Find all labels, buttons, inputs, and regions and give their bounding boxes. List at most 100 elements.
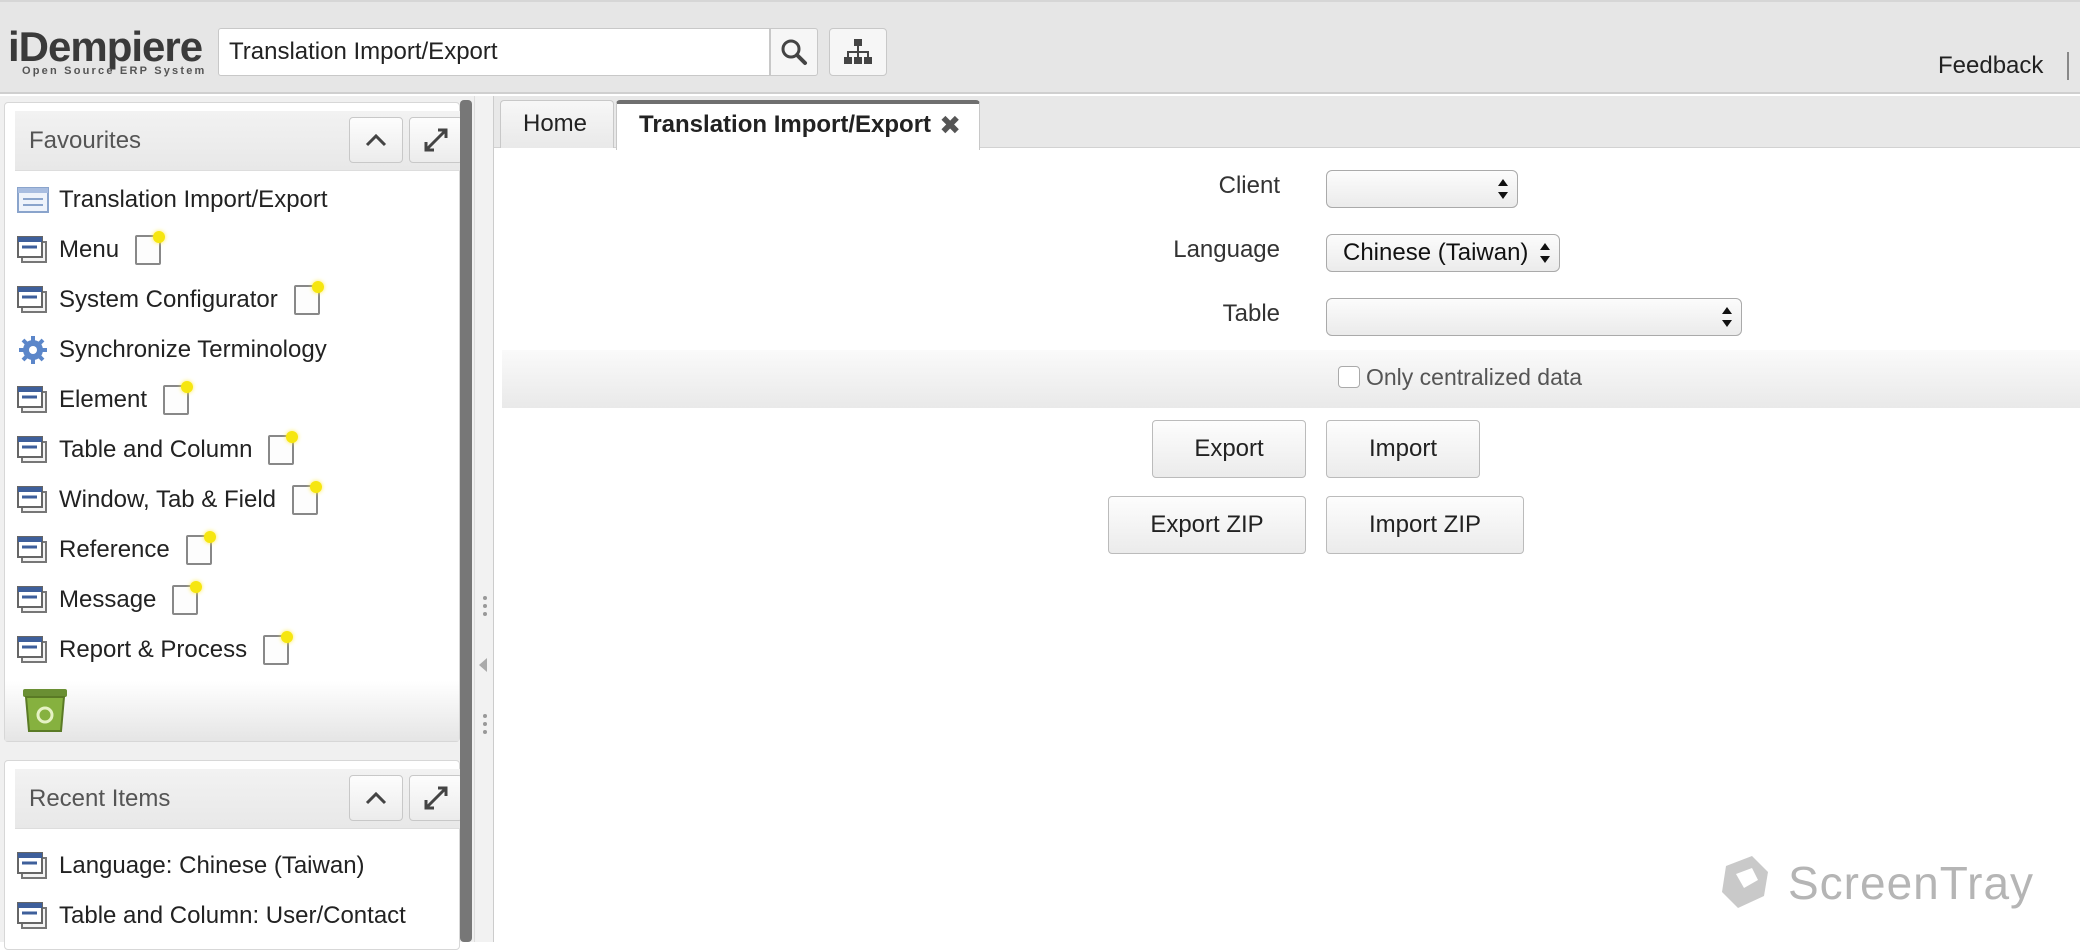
panel-splitter[interactable] xyxy=(474,96,494,942)
item-label: Element xyxy=(59,386,148,413)
collapse-button[interactable] xyxy=(349,117,403,163)
table-select[interactable] xyxy=(1326,298,1742,336)
window-icon xyxy=(17,286,47,313)
language-select[interactable]: Chinese (Taiwan) xyxy=(1326,234,1560,272)
expand-icon xyxy=(424,128,448,152)
sitemap-icon xyxy=(844,39,872,64)
chevron-up-icon xyxy=(365,791,387,805)
logo-tagline: Open Source ERP System xyxy=(22,65,207,77)
maximize-button[interactable] xyxy=(409,775,463,821)
sticky-note-icon[interactable] xyxy=(172,581,203,615)
import-zip-button[interactable]: Import ZIP xyxy=(1326,496,1524,554)
feedback-link[interactable]: Feedback xyxy=(1938,52,2043,80)
favourite-item[interactable]: Reference xyxy=(5,525,445,575)
client-select[interactable] xyxy=(1326,170,1518,208)
favourite-item[interactable]: Report & Process xyxy=(5,625,445,675)
favourites-list: Translation Import/Export Menu System Conf… xyxy=(5,175,445,675)
close-icon[interactable]: ✖ xyxy=(939,104,961,146)
favourite-item[interactable]: Window, Tab & Field xyxy=(5,475,445,525)
collapse-button[interactable] xyxy=(349,775,403,821)
select-arrows-icon xyxy=(1498,179,1508,199)
sticky-note-icon[interactable] xyxy=(163,381,194,415)
export-zip-button[interactable]: Export ZIP xyxy=(1108,496,1306,554)
menu-tree-button[interactable] xyxy=(829,28,887,76)
collapse-west-arrow-icon[interactable] xyxy=(479,658,487,672)
favourite-item[interactable]: Table and Column xyxy=(5,425,445,475)
recycle-bin-icon xyxy=(23,689,67,732)
only-centralized-label[interactable]: Only centralized data xyxy=(1366,364,1582,391)
window-icon xyxy=(17,852,47,879)
import-button[interactable]: Import xyxy=(1326,420,1480,478)
search-icon xyxy=(781,39,807,65)
only-centralized-checkbox[interactable] xyxy=(1338,366,1360,388)
item-label: Language: Chinese (Taiwan) xyxy=(59,852,365,879)
favourites-header: Favourites xyxy=(15,111,463,171)
watermark-text: ScreenTray xyxy=(1788,857,2035,909)
favourite-item[interactable]: Menu xyxy=(5,225,445,275)
idempiere-logo[interactable]: iDempiere Open Source ERP System xyxy=(8,23,210,77)
recent-items-header: Recent Items xyxy=(15,769,463,829)
item-label: Synchronize Terminology xyxy=(59,336,327,363)
search-button[interactable] xyxy=(770,28,818,76)
menu-search-input[interactable]: Translation Import/Export xyxy=(218,28,770,76)
favourite-item[interactable]: System Configurator xyxy=(5,275,445,325)
tab-translation-import-export[interactable]: Translation Import/Export ✖ xyxy=(616,100,980,150)
grip-dot xyxy=(483,722,487,726)
screentray-watermark: ScreenTray xyxy=(1716,852,2036,916)
favourites-panel: Favourites Translation Import/Export Menu… xyxy=(4,102,463,742)
logo-text: iDempiere xyxy=(8,23,203,70)
language-label: Language xyxy=(1173,236,1280,263)
window-icon xyxy=(17,536,47,563)
favourite-item[interactable]: Translation Import/Export xyxy=(5,175,445,225)
recent-items-panel: Recent Items Language: Chinese (Taiwan) T… xyxy=(4,760,463,950)
form-icon xyxy=(17,187,49,213)
header-bar: iDempiere Open Source ERP System Transla… xyxy=(0,0,2080,94)
favourite-item[interactable]: Message xyxy=(5,575,445,625)
item-label: Window, Tab & Field xyxy=(59,486,276,513)
grip-dot xyxy=(483,596,487,600)
window-icon xyxy=(17,236,47,263)
checkbox-row: Only centralized data xyxy=(502,350,2080,408)
recent-item[interactable]: Language: Chinese (Taiwan) xyxy=(5,841,445,891)
maximize-button[interactable] xyxy=(409,117,463,163)
header-separator xyxy=(2067,52,2069,80)
favourites-title: Favourites xyxy=(29,127,142,154)
sticky-note-icon[interactable] xyxy=(135,231,166,265)
item-label: Message xyxy=(59,586,157,613)
gear-icon xyxy=(19,336,47,364)
recent-item[interactable]: Table and Column: User/Contact xyxy=(5,891,445,941)
sticky-note-icon[interactable] xyxy=(292,481,322,515)
tab-label: Translation Import/Export xyxy=(639,111,932,138)
item-label: Translation Import/Export xyxy=(59,186,328,213)
select-arrows-icon xyxy=(1722,307,1732,327)
item-label: Report & Process xyxy=(59,636,248,663)
window-icon xyxy=(17,636,47,663)
grip-dot xyxy=(483,612,487,616)
table-label: Table xyxy=(1222,300,1280,327)
center-panel: Home Translation Import/Export ✖ Client … xyxy=(494,96,2080,942)
sticky-note-icon[interactable] xyxy=(293,281,324,315)
grip-dot xyxy=(483,714,487,718)
favourite-item[interactable]: Synchronize Terminology xyxy=(5,325,445,375)
west-panel: Favourites Translation Import/Export Menu… xyxy=(0,96,474,950)
sticky-note-icon[interactable] xyxy=(185,531,216,565)
west-scrollbar[interactable] xyxy=(460,100,472,942)
item-label: Reference xyxy=(59,536,170,563)
language-value: Chinese (Taiwan) xyxy=(1343,239,1529,266)
favourite-item[interactable]: Element xyxy=(5,375,445,425)
expand-icon xyxy=(424,786,448,810)
tab-bar: Home Translation Import/Export ✖ xyxy=(494,96,2080,150)
item-label: System Configurator xyxy=(59,286,278,313)
sticky-note-icon[interactable] xyxy=(268,431,299,465)
window-icon xyxy=(17,586,47,613)
sticky-note-icon[interactable] xyxy=(263,631,294,665)
window-icon xyxy=(17,902,47,929)
window-icon xyxy=(17,386,47,413)
select-arrows-icon xyxy=(1540,243,1550,263)
recent-items-list: Language: Chinese (Taiwan) Table and Colu… xyxy=(5,841,445,941)
trash-drop-zone[interactable] xyxy=(5,681,459,741)
item-label: Menu xyxy=(59,236,120,263)
chevron-up-icon xyxy=(365,133,387,147)
export-button[interactable]: Export xyxy=(1152,420,1306,478)
tab-home[interactable]: Home xyxy=(500,100,614,148)
